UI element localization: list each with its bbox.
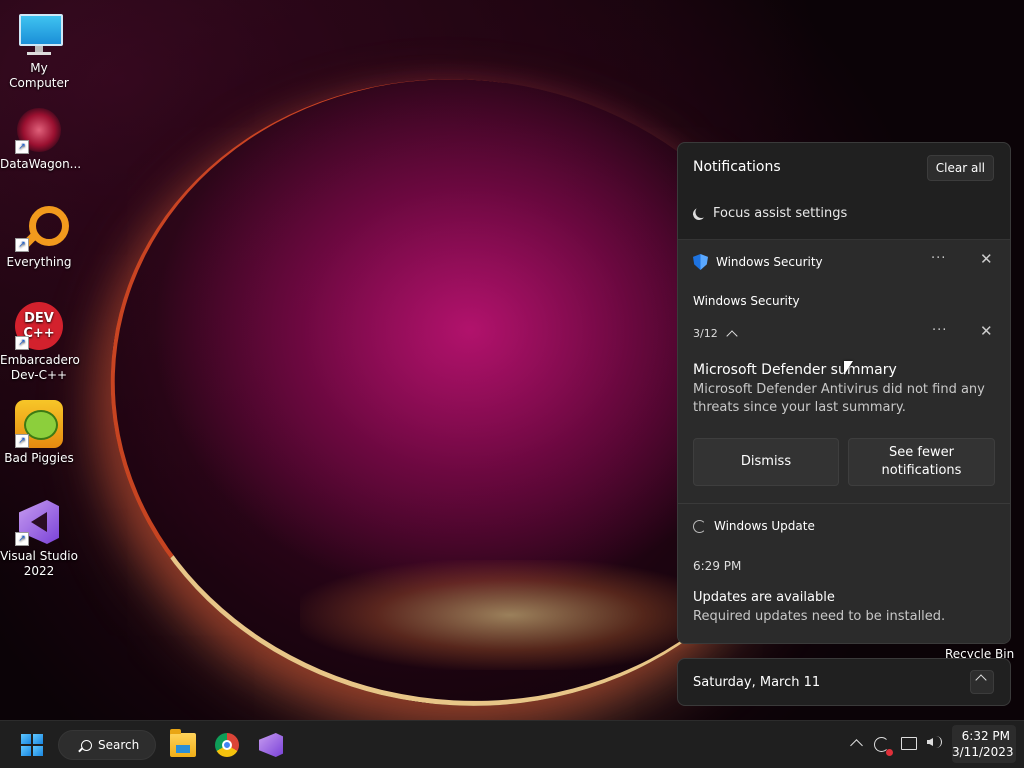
clock-time: 6:32 PM: [961, 729, 1010, 743]
calendar-flyout: Saturday, March 11: [677, 658, 1011, 706]
notification-app-header: Windows Security: [693, 254, 823, 270]
notification-close-button[interactable]: ✕: [980, 322, 993, 340]
notification-title: Microsoft Defender summary: [693, 362, 897, 378]
taskbar-clock[interactable]: 6:32 PM 3/11/2023: [952, 725, 1016, 763]
shortcut-arrow-icon: ↗: [15, 336, 29, 350]
calendar-date: Saturday, March 11: [693, 675, 821, 690]
network-icon[interactable]: [901, 737, 917, 750]
bad-piggies-icon: ↗: [15, 400, 63, 448]
shortcut-arrow-icon: ↗: [15, 532, 29, 546]
focus-assist-label: Focus assist settings: [713, 206, 848, 221]
shortcut-arrow-icon: ↗: [15, 140, 29, 154]
devcpp-icon: DEV C++ ↗: [15, 302, 63, 350]
focus-assist-settings-link[interactable]: Focus assist settings: [693, 206, 847, 221]
show-hidden-icons-chevron-icon[interactable]: [850, 739, 863, 752]
volume-wave-icon: [934, 736, 942, 748]
start-button[interactable]: [21, 734, 43, 756]
notification-app-header: Windows Update: [693, 519, 815, 533]
clock-date: 3/11/2023: [952, 745, 1014, 759]
datawagon-icon: ↗: [15, 106, 63, 154]
desktop-icon-everything[interactable]: ↗ Everything: [0, 204, 78, 270]
desktop-icon-label: Everything: [6, 255, 72, 269]
notification-body: Microsoft Defender Antivirus did not fin…: [693, 382, 985, 415]
file-explorer-icon[interactable]: [170, 729, 196, 757]
chevron-up-icon: [975, 674, 987, 686]
shortcut-arrow-icon: ↗: [15, 238, 29, 252]
windows-logo-icon: [21, 734, 31, 744]
notification-time: 6:29 PM: [693, 559, 742, 573]
visual-studio-icon[interactable]: [259, 733, 283, 757]
notification-app-name: Windows Update: [714, 519, 815, 533]
notifications-header: Notifications: [693, 159, 781, 175]
desktop-icon-my-computer[interactable]: My Computer: [0, 10, 78, 91]
shield-icon: [693, 254, 708, 270]
notification-app-name: Windows Security: [716, 255, 823, 269]
everything-search-icon: ↗: [15, 204, 69, 252]
desktop-icon-label: Bad Piggies: [4, 451, 74, 465]
desktop-icon-label: DataWagon...: [0, 157, 82, 171]
taskbar: Search 6:32 PM 3/11/2023: [0, 720, 1024, 768]
search-label: Search: [98, 738, 140, 752]
moon-icon: [691, 206, 706, 221]
see-fewer-notifications-button[interactable]: See fewer notifications: [848, 438, 995, 486]
taskbar-search-button[interactable]: Search: [58, 730, 156, 760]
visual-studio-icon: ↗: [15, 498, 63, 546]
volume-icon[interactable]: [927, 738, 933, 746]
monitor-icon: [15, 10, 63, 58]
notification-source: Windows Security: [693, 294, 800, 308]
group-more-options-button[interactable]: ···: [931, 251, 946, 266]
notification-counter-toggle[interactable]: 3/12: [693, 327, 738, 342]
desktop-icon-devcpp[interactable]: DEV C++ ↗ Embarcadero Dev-C++: [0, 302, 80, 383]
notification-more-options-button[interactable]: ···: [932, 323, 947, 338]
dismiss-button[interactable]: Dismiss: [693, 438, 839, 486]
mouse-cursor-icon: [844, 361, 853, 375]
notification-title: Updates are available: [693, 590, 835, 605]
desktop-icon-bad-piggies[interactable]: ↗ Bad Piggies: [0, 400, 78, 466]
sync-icon: [693, 519, 706, 533]
calendar-expand-button[interactable]: [970, 670, 994, 694]
desktop-icon-label: My Computer: [9, 61, 69, 90]
chrome-icon[interactable]: [215, 733, 239, 757]
search-icon: [81, 739, 92, 751]
desktop-icon-label: Visual Studio 2022: [0, 549, 78, 578]
notification-center: Notifications Clear all Focus assist set…: [677, 142, 1011, 644]
shortcut-arrow-icon: ↗: [15, 434, 29, 448]
clear-all-button[interactable]: Clear all: [926, 155, 994, 181]
notification-body: Required updates need to be installed.: [693, 609, 946, 624]
group-close-button[interactable]: ✕: [980, 250, 993, 268]
desktop-icon-visual-studio[interactable]: ↗ Visual Studio 2022: [0, 498, 78, 579]
update-sync-icon[interactable]: [874, 737, 893, 756]
notification-counter: 3/12: [693, 327, 718, 340]
chevron-up-icon: [726, 329, 738, 342]
notification-group-windows-update: Windows Update 6:29 PM Updates are avail…: [678, 503, 1010, 643]
desktop-icon-label: Embarcadero Dev-C++: [0, 353, 80, 382]
wallpaper-glow: [300, 560, 720, 670]
desktop-icon-datawagon[interactable]: ↗ DataWagon...: [0, 106, 82, 172]
